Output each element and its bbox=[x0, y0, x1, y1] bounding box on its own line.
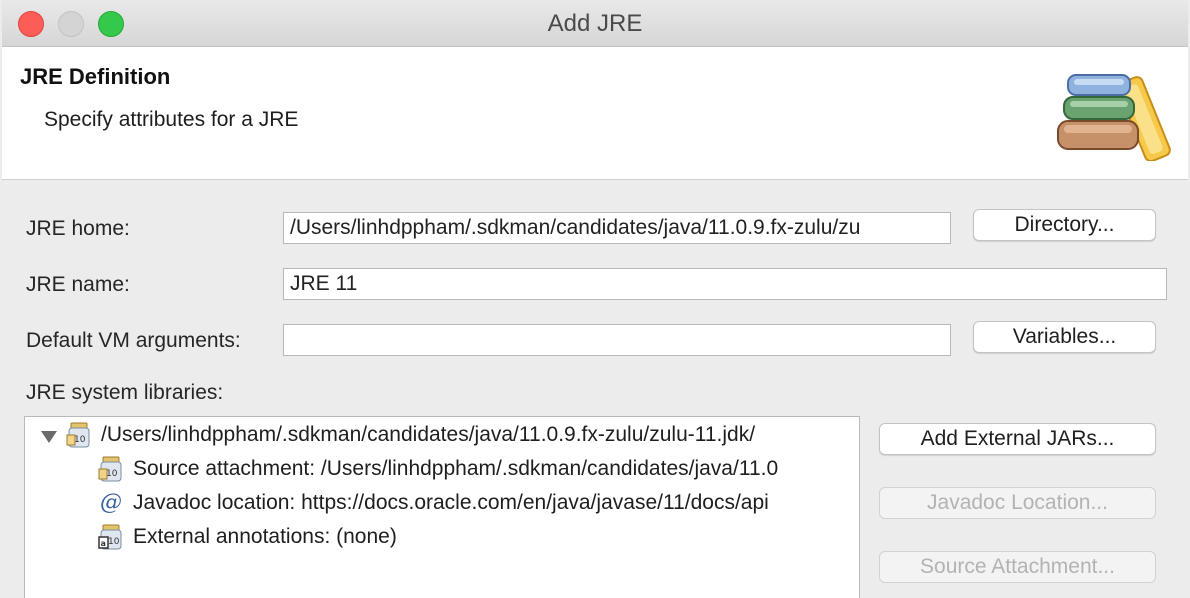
variables-button[interactable]: Variables... bbox=[973, 321, 1156, 353]
books-icon bbox=[1057, 74, 1171, 161]
source-jar-icon: 10 bbox=[98, 456, 122, 482]
svg-text:10: 10 bbox=[108, 537, 120, 547]
add-jre-dialog: Add JRE JRE Definition Specify attribute… bbox=[2, 0, 1188, 598]
source-attachment-label: Source attachment: /Users/linhdppham/.sd… bbox=[133, 457, 779, 480]
svg-text:10: 10 bbox=[106, 469, 118, 479]
jre-home-label: JRE home: bbox=[26, 217, 130, 240]
page-title: JRE Definition bbox=[20, 64, 171, 89]
jre-name-field[interactable]: JRE 11 bbox=[283, 268, 1167, 300]
source-attachment-button[interactable]: Source Attachment... bbox=[879, 551, 1156, 583]
tree-row-javadoc-location[interactable]: @ Javadoc location: https://docs.oracle.… bbox=[25, 489, 859, 519]
title-bar: Add JRE bbox=[2, 0, 1188, 47]
window-title: Add JRE bbox=[547, 10, 643, 37]
svg-text:a: a bbox=[101, 539, 106, 548]
javadoc-location-button[interactable]: Javadoc Location... bbox=[879, 487, 1156, 519]
vm-arguments-label: Default VM arguments: bbox=[26, 329, 241, 352]
tree-root-label: /Users/linhdppham/.sdkman/candidates/jav… bbox=[101, 423, 756, 446]
tree-row-root[interactable]: 10 /Users/linhdppham/.sdkman/candidates/… bbox=[25, 421, 859, 451]
at-sign-icon: @ bbox=[100, 490, 122, 515]
annotations-jar-icon: 10 a bbox=[98, 524, 122, 550]
expand-triangle-icon[interactable] bbox=[41, 431, 57, 443]
svg-text:10: 10 bbox=[74, 435, 86, 445]
tree-row-source-attachment[interactable]: 10 Source attachment: /Users/linhdppham/… bbox=[25, 455, 859, 485]
page-description: Specify attributes for a JRE bbox=[44, 108, 299, 131]
header-banner: JRE Definition Specify attributes for a … bbox=[2, 47, 1188, 180]
jre-system-libraries-label: JRE system libraries: bbox=[26, 381, 224, 404]
jar-icon: 10 bbox=[66, 422, 90, 448]
external-annotations-label: External annotations: (none) bbox=[133, 525, 397, 548]
tree-row-external-annotations[interactable]: 10 a External annotations: (none) bbox=[25, 523, 859, 553]
add-external-jars-button[interactable]: Add External JARs... bbox=[879, 423, 1156, 455]
jre-home-field[interactable]: /Users/linhdppham/.sdkman/candidates/jav… bbox=[283, 212, 951, 244]
jre-name-label: JRE name: bbox=[26, 273, 130, 296]
jre-libraries-tree[interactable]: 10 /Users/linhdppham/.sdkman/candidates/… bbox=[24, 416, 860, 598]
directory-button[interactable]: Directory... bbox=[973, 209, 1156, 241]
vm-arguments-field[interactable] bbox=[283, 324, 951, 356]
javadoc-location-label: Javadoc location: https://docs.oracle.co… bbox=[133, 491, 769, 514]
